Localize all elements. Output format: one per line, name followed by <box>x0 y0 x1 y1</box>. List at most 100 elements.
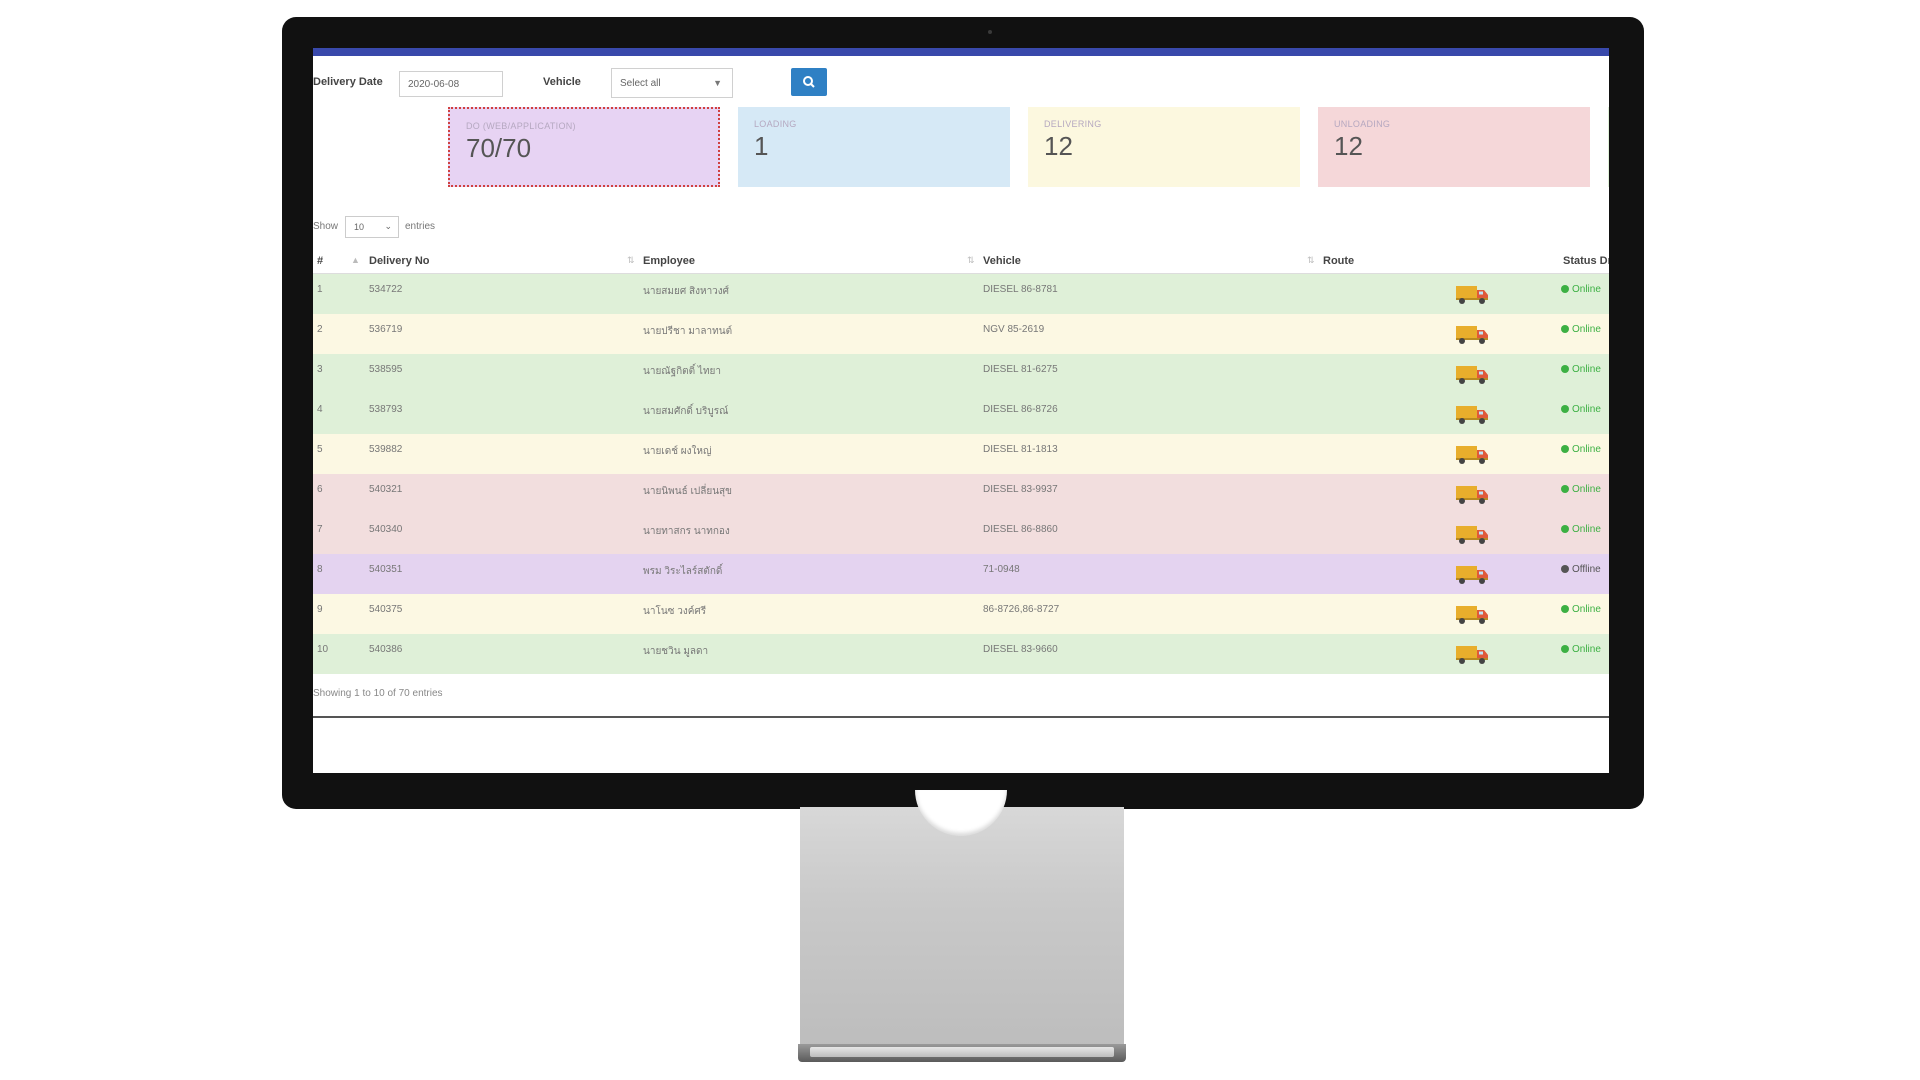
vehicle-cell: NGV 85-2619 <box>983 324 1045 335</box>
table-row[interactable]: 2 536719 นายปรีชา มาลาทนต์ NGV 85-2619 Onlin… <box>313 314 1609 354</box>
card-unloading-label: UNLOADING <box>1334 119 1391 129</box>
truck-icon[interactable] <box>1455 403 1489 425</box>
table-row[interactable]: 7 540340 นายทาสกร นาทกอง DIESEL 86-8860 Onli… <box>313 514 1609 554</box>
table-header: # ▲ Delivery No ⇅ Employee ⇅ Vehicle ⇅ R… <box>313 249 1609 274</box>
row-num: 5 <box>317 444 323 455</box>
header-route[interactable]: Route <box>1323 255 1354 267</box>
entries-select-value: 10 <box>354 222 365 232</box>
sort-asc-icon[interactable]: ▲ <box>351 255 360 265</box>
sort-icon[interactable]: ⇅ <box>967 255 975 266</box>
employee-cell: นายเดช์ ผงใหญ่ <box>643 446 712 457</box>
status-badge: Online <box>1561 324 1601 335</box>
status-badge: Online <box>1561 644 1601 655</box>
card-loading[interactable]: LOADING 1 <box>738 107 1010 187</box>
delivery-no-cell: 539882 <box>369 444 403 455</box>
row-num: 1 <box>317 284 323 295</box>
header-delivery-no[interactable]: Delivery No <box>369 255 430 267</box>
monitor-stand <box>800 807 1124 1047</box>
entries-select[interactable]: 10 ⌄ <box>345 216 399 238</box>
card-delivering[interactable]: DELIVERING 12 <box>1028 107 1300 187</box>
status-dot-icon <box>1561 605 1569 613</box>
stand-base-top <box>810 1047 1114 1057</box>
row-num: 10 <box>317 644 329 655</box>
truck-icon[interactable] <box>1455 323 1489 345</box>
card-partial <box>1608 107 1609 187</box>
truck-icon[interactable] <box>1455 283 1489 305</box>
table-row[interactable]: 9 540375 นาโนซ วงค์ศรี 86-8726,86-8727 Onlin… <box>313 594 1609 634</box>
status-text: Online <box>1572 444 1601 455</box>
row-num: 4 <box>317 404 323 415</box>
status-dot-icon <box>1561 645 1569 653</box>
card-loading-label: LOADING <box>754 119 797 129</box>
vehicle-cell: DIESEL 81-6275 <box>983 364 1058 375</box>
status-dot-icon <box>1561 525 1569 533</box>
truck-icon[interactable] <box>1455 483 1489 505</box>
truck-icon[interactable] <box>1455 363 1489 385</box>
table-row[interactable]: 8 540351 พรม วิระไลร์สตักดิ์ 71-0948 Offline <box>313 554 1609 594</box>
employee-cell: นายณัฐกิตติ์ ไทยา <box>643 366 722 377</box>
vehicle-cell: DIESEL 81-1813 <box>983 444 1058 455</box>
delivery-no-cell: 538595 <box>369 364 403 375</box>
card-unloading[interactable]: UNLOADING 12 <box>1318 107 1590 187</box>
truck-icon[interactable] <box>1455 603 1489 625</box>
status-dot-icon <box>1561 445 1569 453</box>
table-row[interactable]: 3 538595 นายณัฐกิตติ์ ไทยา DIESEL 81-6275 On… <box>313 354 1609 394</box>
truck-icon[interactable] <box>1455 643 1489 665</box>
card-do[interactable]: DO (WEB/APPLICATION) 70/70 <box>448 107 720 187</box>
status-dot-icon <box>1561 405 1569 413</box>
vehicle-label: Vehicle <box>543 76 581 88</box>
card-loading-value: 1 <box>754 131 769 161</box>
table-row[interactable]: 6 540321 นายนิพนธ์ เปลี่ยนสุข DIESEL 83-993… <box>313 474 1609 514</box>
employee-cell: นาโนซ วงค์ศรี <box>643 606 707 617</box>
vehicle-select[interactable]: Select all ▼ <box>611 68 733 98</box>
header-status[interactable]: Status Dr <box>1563 255 1609 267</box>
status-badge: Online <box>1561 444 1601 455</box>
status-badge: Online <box>1561 364 1601 375</box>
row-num: 6 <box>317 484 323 495</box>
chevron-down-icon: ⌄ <box>384 221 392 231</box>
delivery-no-cell: 534722 <box>369 284 403 295</box>
header-vehicle[interactable]: Vehicle <box>983 255 1021 267</box>
table-row[interactable]: 4 538793 นายสมศักดิ์ บริบูรณ์ DIESEL 86-872… <box>313 394 1609 434</box>
status-text: Online <box>1572 324 1601 335</box>
sort-icon[interactable]: ⇅ <box>627 255 635 266</box>
status-text: Online <box>1572 364 1601 375</box>
status-text: Offline <box>1572 564 1601 575</box>
table-info: Showing 1 to 10 of 70 entries <box>313 688 443 699</box>
status-badge: Online <box>1561 284 1601 295</box>
truck-icon[interactable] <box>1455 443 1489 465</box>
employee-cell: นายชวิน มูลดา <box>643 646 709 657</box>
status-text: Online <box>1572 524 1601 535</box>
screen: Delivery Date Vehicle Select all ▼ DO (W… <box>313 48 1609 773</box>
vehicle-cell: DIESEL 83-9937 <box>983 484 1058 495</box>
status-badge: Online <box>1561 484 1601 495</box>
status-dot-icon <box>1561 565 1569 573</box>
header-num[interactable]: # <box>317 255 323 267</box>
search-icon <box>803 76 815 88</box>
sort-icon[interactable]: ⇅ <box>1307 255 1315 266</box>
row-num: 9 <box>317 604 323 615</box>
status-badge: Online <box>1561 404 1601 415</box>
vehicle-cell: DIESEL 86-8781 <box>983 284 1058 295</box>
status-text: Online <box>1572 644 1601 655</box>
status-text: Online <box>1572 604 1601 615</box>
status-badge: Offline <box>1561 564 1601 575</box>
truck-icon[interactable] <box>1455 563 1489 585</box>
employee-cell: นายนิพนธ์ เปลี่ยนสุข <box>643 486 732 497</box>
entries-label: entries <box>405 221 436 232</box>
delivery-no-cell: 540375 <box>369 604 403 615</box>
truck-icon[interactable] <box>1455 523 1489 545</box>
delivery-no-cell: 540340 <box>369 524 403 535</box>
status-dot-icon <box>1561 325 1569 333</box>
header-employee[interactable]: Employee <box>643 255 695 267</box>
status-badge: Online <box>1561 604 1601 615</box>
search-button[interactable] <box>791 68 827 96</box>
table-row[interactable]: 1 534722 นายสมยศ สิงหาวงศ์ DIESEL 86-8781 On… <box>313 274 1609 314</box>
delivery-date-input[interactable] <box>399 71 503 97</box>
status-dot-icon <box>1561 285 1569 293</box>
table-row[interactable]: 10 540386 นายชวิน มูลดา DIESEL 83-9660 Onlin… <box>313 634 1609 674</box>
row-num: 3 <box>317 364 323 375</box>
table-row[interactable]: 5 539882 นายเดช์ ผงใหญ่ DIESEL 81-1813 Onlin… <box>313 434 1609 474</box>
status-text: Online <box>1572 404 1601 415</box>
status-dot-icon <box>1561 365 1569 373</box>
